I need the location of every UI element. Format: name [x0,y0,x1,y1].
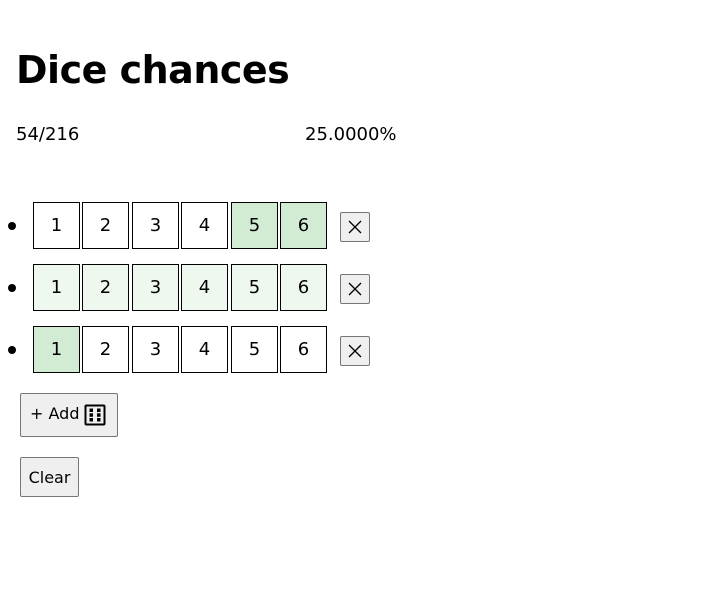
close-icon [348,344,362,358]
outcome-percent: 25.0000% [305,124,397,145]
remove-die-button[interactable] [340,212,370,242]
close-icon [348,282,362,296]
die-face[interactable]: 4 [181,326,228,373]
bullet-icon [8,346,16,354]
die-face[interactable]: 6 [280,326,327,373]
die-face[interactable]: 2 [82,202,129,249]
close-icon [348,220,362,234]
bullet-icon [8,284,16,292]
die-face[interactable]: 3 [132,202,179,249]
bullet-icon [8,222,16,230]
die-face[interactable]: 3 [132,264,179,311]
die-face[interactable]: 1 [33,264,80,311]
dice-six-icon [84,404,106,426]
die-face[interactable]: 4 [181,202,228,249]
die-face[interactable]: 5 [231,326,278,373]
die-face[interactable]: 5 [231,264,278,311]
die-face[interactable]: 6 [280,264,327,311]
die-face[interactable]: 1 [33,202,80,249]
die-face[interactable]: 5 [231,202,278,249]
outcome-fraction: 54/216 [16,124,80,145]
die-face[interactable]: 6 [280,202,327,249]
clear-button[interactable]: Clear [20,457,79,497]
die-face[interactable]: 1 [33,326,80,373]
add-die-label: + Add [30,404,80,423]
add-die-button[interactable]: + Add [20,393,118,437]
die-face[interactable]: 2 [82,264,129,311]
die-face[interactable]: 3 [132,326,179,373]
die-face[interactable]: 4 [181,264,228,311]
remove-die-button[interactable] [340,274,370,304]
die-face[interactable]: 2 [82,326,129,373]
page-title: Dice chances [16,48,290,92]
remove-die-button[interactable] [340,336,370,366]
